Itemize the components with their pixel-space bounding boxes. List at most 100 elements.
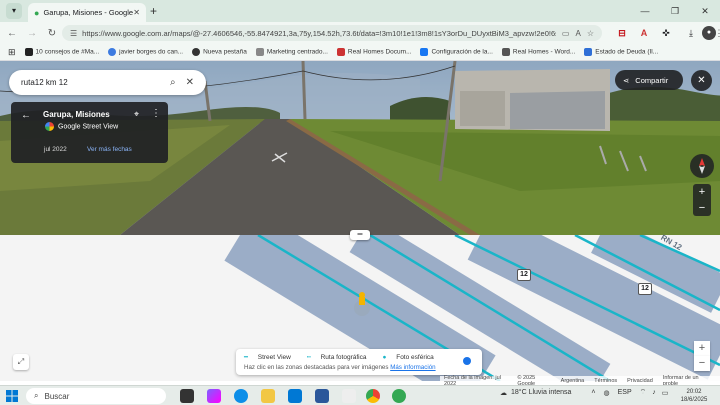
word-icon[interactable] [315,389,329,403]
reload-icon[interactable]: ↻ [44,28,60,39]
bookmark-label: javier borges do can... [119,48,184,56]
map-zoom-in-button[interactable]: + [694,341,710,356]
minimize-button[interactable]: — [630,0,660,22]
share-button[interactable]: ⋖ Compartir [615,70,683,90]
tab-title: Garupa, Misiones - Google Maps [43,8,134,17]
legend-street-view: ━ Street View [244,353,299,361]
address-bar[interactable]: ☰ https://www.google.com.ar/maps/@-27.46… [62,25,602,41]
street-view-panorama[interactable]: ruta12 km 12 ⌕ ✕ ← Garupa, Misiones Goog… [0,61,720,235]
forward-arrow-icon[interactable]: → [24,28,40,39]
share-icon: ⋖ [623,75,630,85]
bookmark-item[interactable]: javier borges do can... [108,48,183,56]
bookmark-favicon-icon [420,48,429,56]
see-more-dates-link[interactable]: Ver más fechas [87,146,132,153]
tab-strip: ▾ ● Garupa, Misiones - Google Maps ✕ + —… [0,0,720,22]
terms-link[interactable]: Términos [594,378,617,384]
close-tab-icon[interactable]: ✕ [133,8,140,17]
bookmark-item[interactable]: Real Homes Docum... [336,48,412,56]
search-icon[interactable]: ⌕ [170,77,176,88]
clock[interactable]: 20:02 18/6/2025 [676,388,712,404]
tray-chevron-icon[interactable]: ˄ [591,389,595,396]
maps-app-icon[interactable] [392,389,406,403]
site-info-icon[interactable]: ☰ [70,29,77,38]
close-street-view-button[interactable]: ✕ [691,70,712,91]
compass-icon[interactable] [690,154,714,178]
weather-text[interactable]: 18°C Lluvia intensa [511,389,571,396]
clock-time: 20:02 [686,389,702,395]
clock-date: 18/6/2025 [680,397,708,403]
location-pin-icon[interactable]: ⌖ [134,109,139,120]
maps-pin-icon: ● [34,7,40,18]
search-box[interactable]: ruta12 km 12 ⌕ ✕ [9,70,206,95]
maximize-button[interactable]: ❐ [660,0,690,22]
apps-grid-icon[interactable]: ⊞ [8,47,16,58]
legend-dot-icon: ● [382,353,389,361]
translate-icon[interactable]: A [575,29,580,38]
sv-zoom-out-button[interactable]: − [693,200,711,216]
close-window-button[interactable]: ✕ [690,0,720,22]
legend-line-icon: ━ [244,354,250,361]
browser-toolbar: ← → ↻ ☰ https://www.google.com.ar/maps/@… [0,22,720,44]
legend-toggle[interactable] [459,354,475,368]
bookmark-label: Estado de Deuda (Il... [595,48,659,56]
outlook-icon[interactable] [288,389,302,403]
legend-dotted-line-icon: ┅ [306,354,313,361]
taskbar-search-placeholder: Buscar [44,391,70,401]
extension-icon[interactable]: A [637,26,651,40]
panel-resize-handle[interactable]: ═ [350,230,370,240]
browser-tab[interactable]: ● Garupa, Misiones - Google Maps ✕ [28,3,146,22]
route-shield: 12 [517,269,531,281]
menu-kebab-icon[interactable]: ⋮ [712,26,720,40]
taskbar-search[interactable]: ⌕ Buscar [26,388,166,404]
pdf-extension-icon[interactable]: ⊟ [615,26,629,40]
bookmark-item[interactable]: 10 consejos de #Ma... [24,48,99,56]
edge-icon[interactable] [234,389,248,403]
install-app-icon[interactable]: ▭ [562,29,570,38]
street-view-provider: Google Street View [45,122,118,131]
language-indicator[interactable]: ESP [618,389,632,396]
back-arrow-icon[interactable]: ← [21,110,31,121]
search-icon: ⌕ [34,391,39,400]
system-tray: ☁ 18°C Lluvia intensa ˄ ◍ ESP ⌔ ♪ ▭ [500,388,668,397]
back-arrow-icon[interactable]: ← [4,28,20,39]
network-icon[interactable]: ◍ [604,389,610,397]
chrome-icon[interactable] [366,389,380,403]
expand-map-icon[interactable]: ⤢ [13,354,29,370]
bookmark-favicon-icon [336,48,345,56]
bookmark-favicon-icon [584,48,593,56]
bookmark-item[interactable]: Marketing centrado... [255,48,328,56]
country-link[interactable]: Argentina [561,378,585,384]
bookmark-item[interactable]: Nueva pestaña [192,48,247,56]
sv-zoom-in-button[interactable]: + [693,184,711,200]
battery-icon[interactable]: ▭ [662,389,669,397]
download-icon[interactable]: ⤓ [684,26,698,40]
store-icon[interactable] [342,389,356,403]
url-text: https://www.google.com.ar/maps/@-27.4606… [82,28,556,38]
more-options-icon[interactable]: ⋮ [151,108,161,119]
bookmark-favicon-icon [192,48,201,56]
bookmark-item[interactable]: Configuración de la... [420,48,493,56]
bookmark-label: Real Homes Docum... [347,48,412,56]
clear-search-icon[interactable]: ✕ [186,77,194,88]
new-tab-button[interactable]: + [150,4,157,18]
map-attribution: Fecha de la imagen: jul 2022 © 2025 Goog… [440,375,720,387]
task-view-icon[interactable] [180,389,194,403]
legend-label: Ruta fotográfica [320,354,367,361]
taskbar: ⌕ Buscar ☁ 18°C Lluvia intensa ˄ ◍ ESP ⌔… [0,385,720,405]
bookmark-item[interactable]: Estado de Deuda (Il... [584,48,658,56]
volume-icon[interactable]: ♪ [652,389,656,396]
map-zoom-out-button[interactable]: − [694,356,710,371]
tab-search-button[interactable]: ▾ [6,3,22,19]
route-shield: 12 [638,283,652,295]
search-input[interactable]: ruta12 km 12 [21,78,160,87]
wifi-icon[interactable]: ⌔ [640,388,647,397]
file-explorer-icon[interactable] [261,389,275,403]
google-logo-icon [45,122,54,131]
bookmark-star-icon[interactable]: ☆ [587,29,594,38]
more-info-link[interactable]: Más información [390,364,435,371]
windows-start-icon[interactable] [6,390,18,402]
privacy-link[interactable]: Privacidad [627,378,653,384]
bookmark-item[interactable]: Real Homes - Word... [501,48,575,56]
puzzle-extensions-icon[interactable]: ✜ [659,26,673,40]
copilot-icon[interactable] [207,389,221,403]
